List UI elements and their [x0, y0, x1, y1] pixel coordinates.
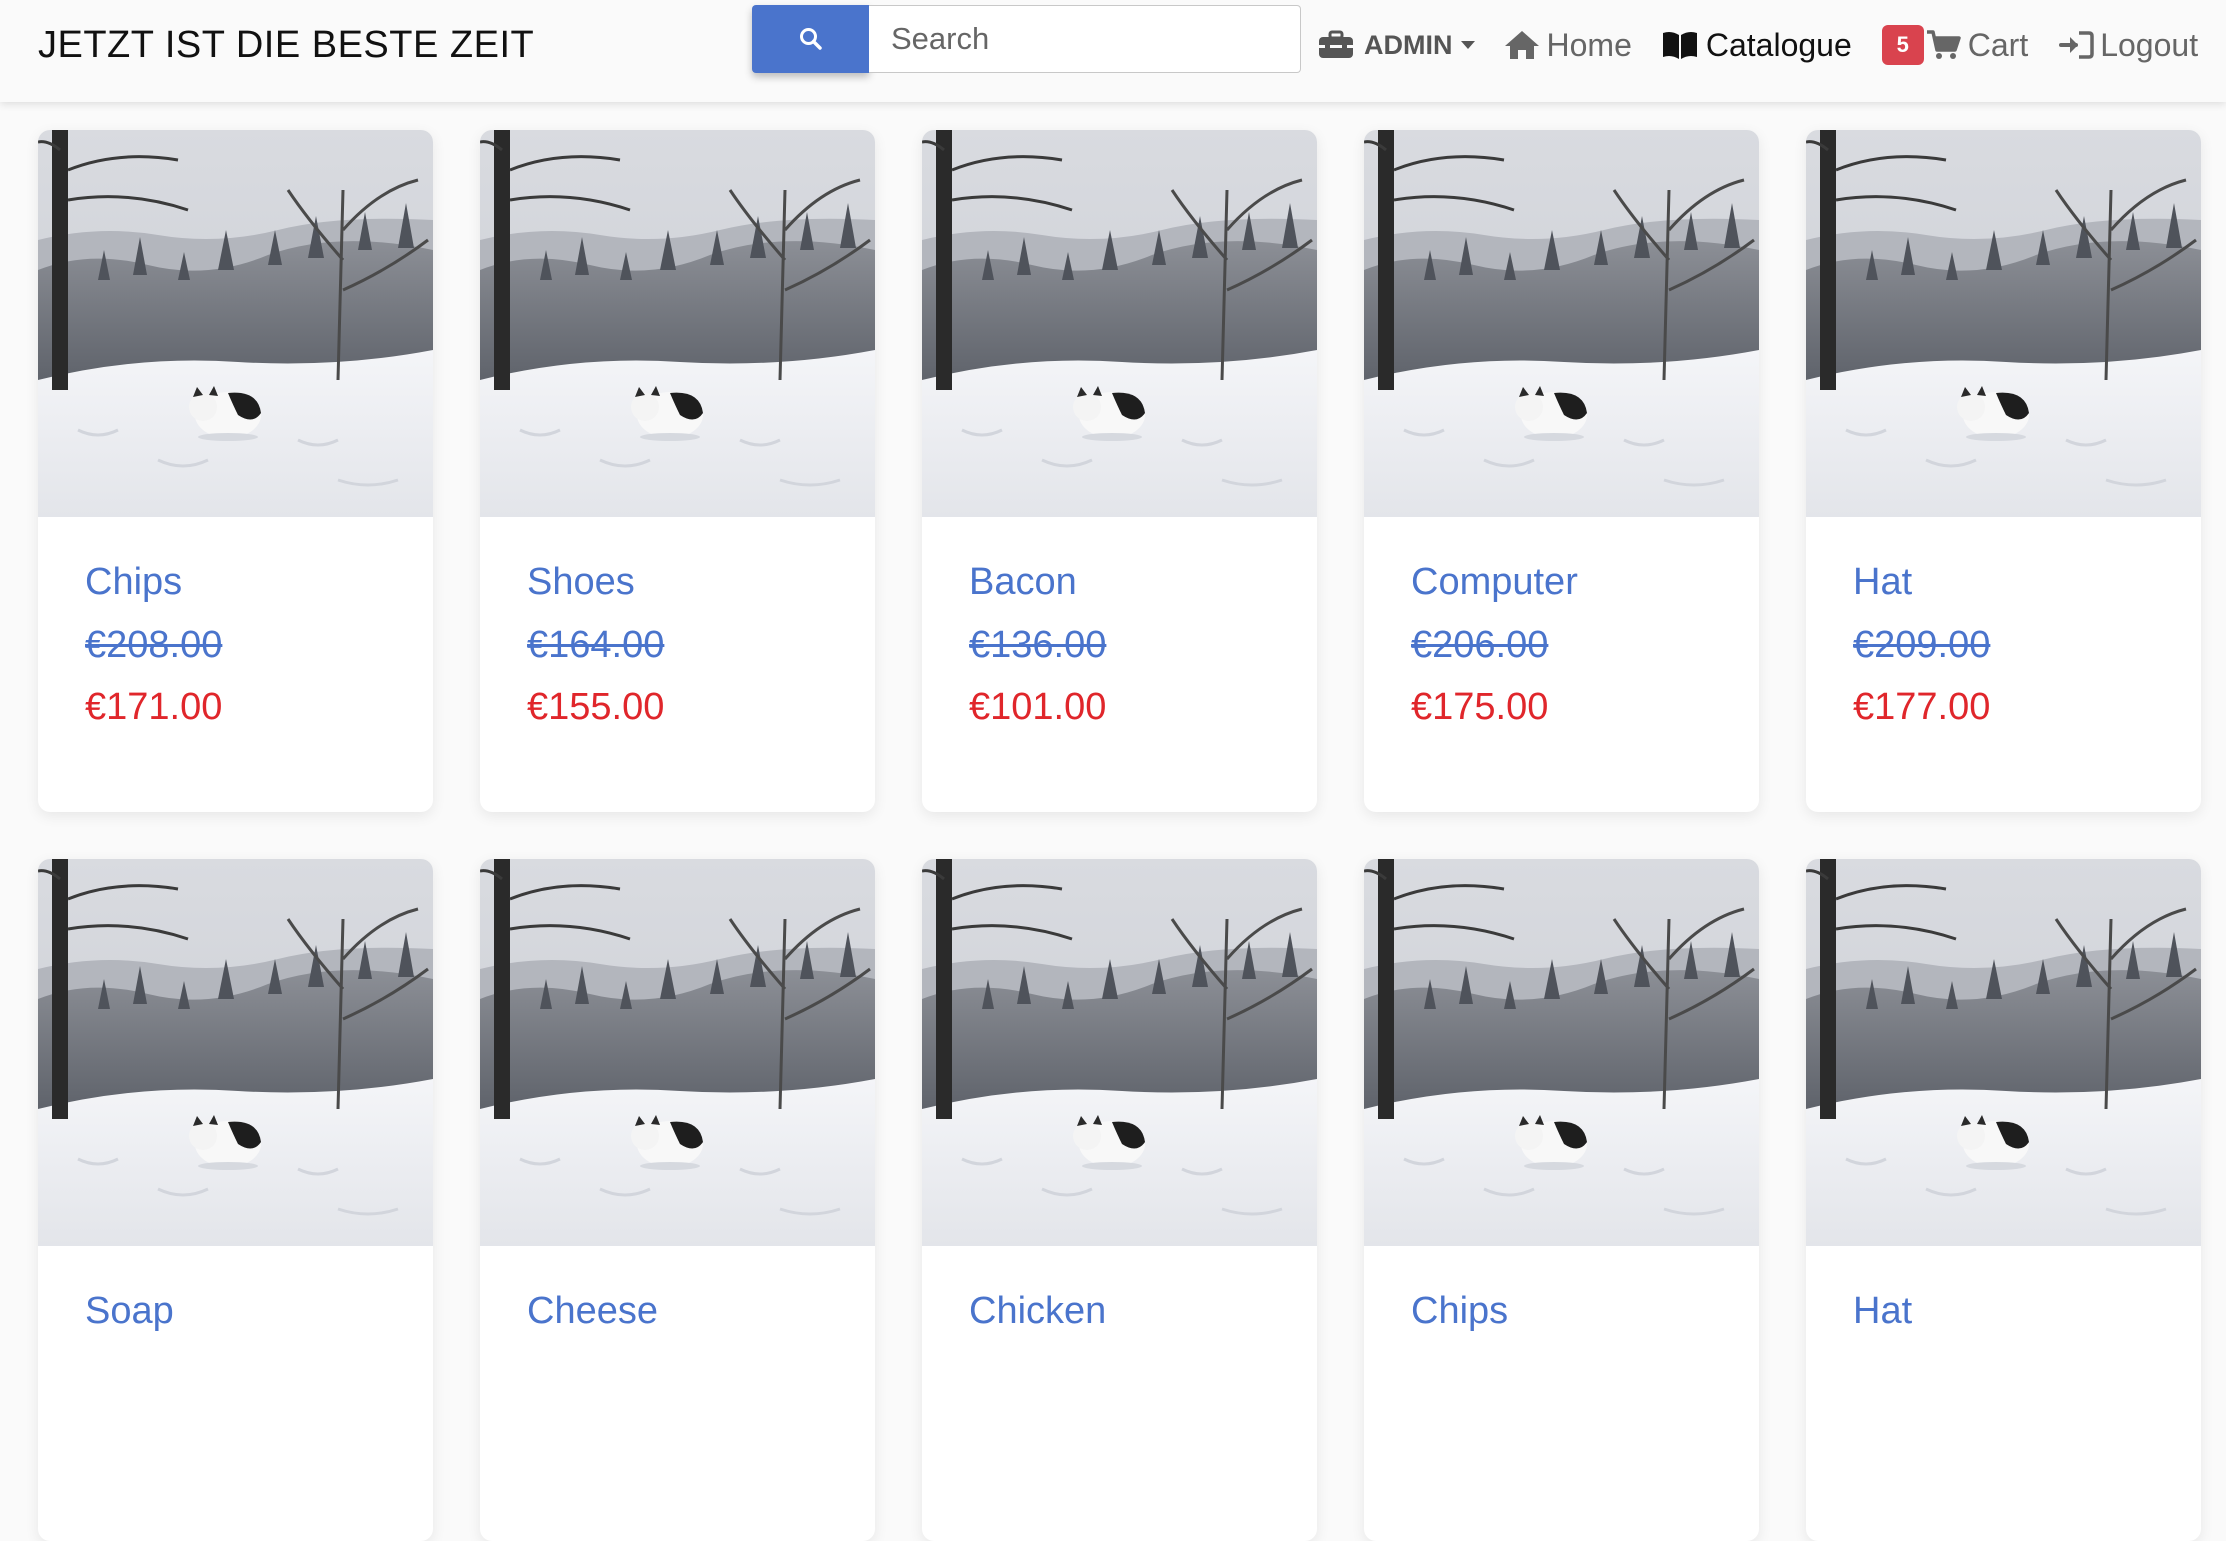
admin-menu[interactable]: ADMIN: [1318, 30, 1475, 61]
product-title[interactable]: Shoes: [527, 563, 828, 601]
product-card-body: Shoes €164.00 €155.00: [480, 563, 875, 726]
product-image: [480, 859, 875, 1246]
product-price: €171.00: [85, 686, 223, 728]
nav-cart-label: Cart: [1967, 26, 2029, 63]
brand-title[interactable]: JETZT IST DIE BESTE ZEIT: [38, 24, 534, 67]
cart-icon: [1926, 29, 1962, 61]
product-title[interactable]: Chicken: [969, 1292, 1270, 1330]
sign-in-icon: [2058, 30, 2094, 60]
product-card[interactable]: Cheese: [480, 859, 875, 1541]
product-image: [922, 859, 1317, 1246]
product-card-body: Hat €209.00 €177.00: [1806, 563, 2201, 726]
admin-label: ADMIN: [1364, 29, 1453, 60]
product-title[interactable]: Chips: [1411, 1292, 1712, 1330]
product-image: [922, 130, 1317, 517]
caret-down-icon: [1460, 41, 1475, 49]
product-card-body: Chicken: [922, 1292, 1317, 1330]
product-price: €155.00: [527, 686, 665, 728]
product-image: [38, 130, 433, 517]
product-card[interactable]: Soap: [38, 859, 433, 1541]
product-card-body: Chips €208.00 €171.00: [38, 563, 433, 726]
nav-cart[interactable]: 5 Cart: [1881, 25, 2029, 65]
nav-catalogue-label: Catalogue: [1705, 26, 1852, 63]
toolbox-icon: [1318, 30, 1354, 60]
nav-home-label: Home: [1546, 26, 1632, 63]
product-card[interactable]: Chips: [1364, 859, 1759, 1541]
nav-logout[interactable]: Logout: [2058, 27, 2198, 64]
home-icon: [1503, 29, 1541, 61]
product-card[interactable]: Bacon €136.00 €101.00: [922, 130, 1317, 812]
product-price: €177.00: [1853, 686, 1991, 728]
nav-catalogue[interactable]: Catalogue: [1662, 27, 1852, 64]
product-card-body: Bacon €136.00 €101.00: [922, 563, 1317, 726]
search-input[interactable]: [869, 5, 1301, 73]
nav-home[interactable]: Home: [1503, 27, 1632, 64]
product-card[interactable]: Hat: [1806, 859, 2201, 1541]
book-open-icon: [1662, 30, 1698, 60]
product-old-price: €209.00: [1853, 624, 1991, 666]
product-old-price: €206.00: [1411, 624, 1549, 666]
nav-logout-label: Logout: [2100, 26, 2199, 63]
product-card-body: Soap: [38, 1292, 433, 1330]
product-image: [38, 859, 433, 1246]
navbar: JETZT IST DIE BESTE ZEIT Search ADMIN Ho…: [0, 0, 2226, 102]
product-price: €101.00: [969, 686, 1107, 728]
product-image: [1364, 130, 1759, 517]
product-image: [1806, 859, 2201, 1246]
cart-count-badge: 5: [1881, 25, 1924, 65]
search-button[interactable]: [752, 5, 869, 73]
product-old-price: €164.00: [527, 624, 665, 666]
product-card[interactable]: Shoes €164.00 €155.00: [480, 130, 875, 812]
product-card-body: Computer €206.00 €175.00: [1364, 563, 1759, 726]
product-title[interactable]: Soap: [85, 1292, 386, 1330]
product-price: €175.00: [1411, 686, 1549, 728]
product-image: [1364, 859, 1759, 1246]
product-title[interactable]: Cheese: [527, 1292, 828, 1330]
search-bar: [752, 5, 1301, 73]
product-image: [1806, 130, 2201, 517]
product-title[interactable]: Chips: [85, 563, 386, 601]
product-image: [480, 130, 875, 517]
product-card-body: Cheese: [480, 1292, 875, 1330]
product-card[interactable]: Chips €208.00 €171.00: [38, 130, 433, 812]
product-title[interactable]: Hat: [1853, 1292, 2154, 1330]
product-old-price: €136.00: [969, 624, 1107, 666]
search-icon: [798, 26, 824, 52]
product-card[interactable]: Computer €206.00 €175.00: [1364, 130, 1759, 812]
nav-menu: ADMIN Home Catalogue 5 Cart Logout: [1318, 0, 2198, 90]
product-card[interactable]: Hat €209.00 €177.00: [1806, 130, 2201, 812]
product-card-body: Chips: [1364, 1292, 1759, 1330]
product-card-body: Hat: [1806, 1292, 2201, 1330]
product-card[interactable]: Chicken: [922, 859, 1317, 1541]
product-title[interactable]: Bacon: [969, 563, 1270, 601]
product-grid: Chips €208.00 €171.00 Shoes €164.00 €155…: [38, 130, 2201, 1541]
product-title[interactable]: Computer: [1411, 563, 1712, 601]
product-old-price: €208.00: [85, 624, 223, 666]
product-title[interactable]: Hat: [1853, 563, 2154, 601]
